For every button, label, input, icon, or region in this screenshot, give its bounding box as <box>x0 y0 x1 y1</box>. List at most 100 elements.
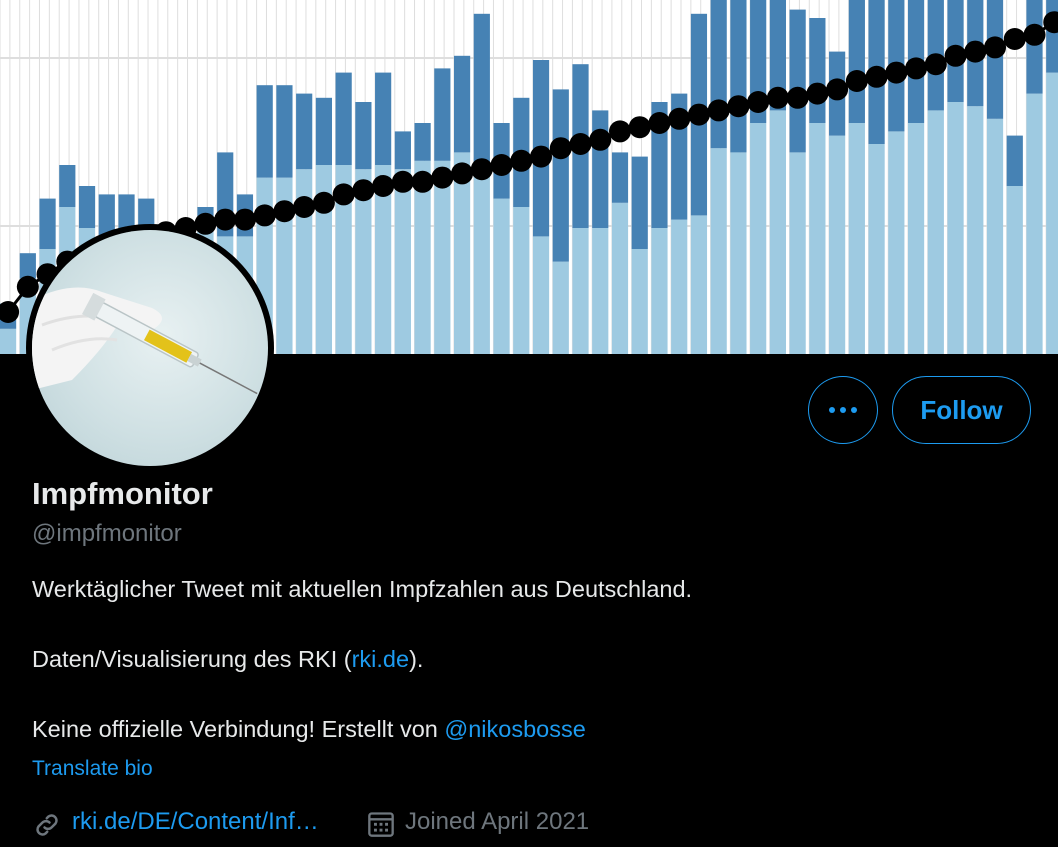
trend-point <box>589 128 612 151</box>
bar-segment-light <box>631 249 648 354</box>
bar-segment-dark <box>375 72 392 165</box>
follow-button[interactable]: Follow <box>892 376 1031 444</box>
bio-line: Werktäglicher Tweet mit aktuellen Impfza… <box>32 576 693 602</box>
bar-segment-light <box>513 207 530 354</box>
trend-point <box>1023 23 1046 46</box>
profile-avatar[interactable] <box>26 224 274 472</box>
bar-segment-light <box>651 228 668 354</box>
trend-point <box>253 204 276 227</box>
trend-point <box>905 57 928 80</box>
bar-segment-light <box>671 219 688 354</box>
trend-point <box>431 166 454 189</box>
website-link[interactable]: rki.de/DE/Content/Inf… <box>72 808 319 836</box>
bar-segment-dark <box>710 0 727 149</box>
trend-point <box>865 65 888 88</box>
bar-segment-light <box>789 152 806 354</box>
bar-segment-light <box>611 202 629 354</box>
trend-point <box>391 170 414 193</box>
translate-bio-link[interactable]: Translate bio <box>32 757 153 781</box>
trend-point <box>826 78 849 101</box>
bar-segment-dark <box>78 186 96 228</box>
bar-segment-dark <box>552 89 569 262</box>
trend-point <box>747 91 770 113</box>
bar-segment-dark <box>19 253 36 279</box>
bar-segment-dark <box>296 93 313 170</box>
bio-link-rki[interactable]: rki.de <box>352 646 409 672</box>
bar-segment-light <box>493 198 510 354</box>
trend-point <box>0 301 20 323</box>
bar-segment-light <box>532 236 550 354</box>
bar-segment-light <box>927 110 944 354</box>
trend-point <box>984 36 1007 59</box>
trend-point <box>549 137 572 160</box>
bar-segment-dark <box>1046 0 1058 73</box>
bar-segment-light <box>888 131 905 354</box>
bar-segment-dark <box>730 0 747 153</box>
trend-point <box>687 103 710 126</box>
bar-segment-dark <box>335 72 352 165</box>
bar-segment-light <box>907 123 925 354</box>
trend-point <box>944 44 967 67</box>
bar-segment-dark <box>631 156 648 249</box>
trend-point <box>766 86 789 109</box>
bar-segment-dark <box>39 198 56 249</box>
bar-segment-dark <box>611 152 629 203</box>
bar-segment-light <box>434 160 451 354</box>
trend-point <box>608 120 631 143</box>
bar-segment-light <box>769 110 786 354</box>
trend-point <box>332 183 355 206</box>
bar-segment-dark <box>986 0 1004 119</box>
bar-segment-light <box>848 123 865 354</box>
trend-point <box>628 116 651 139</box>
profile-name: Impfmonitor <box>32 476 213 511</box>
bar-segment-dark <box>434 68 451 161</box>
link-icon <box>36 814 58 836</box>
bio-mention[interactable]: @nikosbosse <box>444 716 585 742</box>
bar-segment-dark <box>256 85 273 178</box>
bar-segment-light <box>690 215 708 354</box>
bar-segment-dark <box>592 110 609 228</box>
trend-point <box>569 133 592 155</box>
syringe-image <box>32 287 258 395</box>
trend-point <box>885 61 908 84</box>
bar-segment-dark <box>414 123 431 161</box>
bar-segment-dark <box>809 18 826 123</box>
trend-point <box>214 208 237 231</box>
trend-point <box>924 53 947 76</box>
bar-segment-light <box>572 228 589 354</box>
bar-segment-light <box>829 135 846 354</box>
profile-handle: @impfmonitor <box>32 520 182 547</box>
more-horizontal-icon <box>829 407 857 413</box>
bar-segment-light <box>710 148 727 354</box>
bar-segment-dark <box>315 97 333 165</box>
bar-segment-light <box>592 228 609 354</box>
trend-point <box>806 82 829 105</box>
bar-segment-light <box>967 106 984 354</box>
trend-point <box>648 112 671 134</box>
bar-segment-dark <box>355 102 372 170</box>
trend-point <box>510 149 533 172</box>
trend-point <box>16 275 39 298</box>
bar-segment-light <box>730 152 747 354</box>
bar-segment-dark <box>473 13 490 165</box>
bar-segment-light <box>986 118 1004 354</box>
bar-segment-dark <box>453 55 471 153</box>
bar-segment-dark <box>848 0 865 124</box>
trend-point <box>372 175 395 197</box>
trend-point <box>411 170 434 193</box>
trend-point <box>964 40 987 63</box>
bar-segment-light <box>473 165 490 354</box>
bar-segment-dark <box>789 9 806 153</box>
trend-point <box>845 70 868 92</box>
trend-point <box>530 145 553 168</box>
bio-line: Daten/Visualisierung des RKI (rki.de). <box>32 646 423 673</box>
bar-segment-light <box>868 144 885 354</box>
more-button[interactable] <box>808 376 878 444</box>
bar-segment-light <box>1006 186 1023 354</box>
bio-text: ). <box>409 646 424 672</box>
trend-point <box>786 86 809 109</box>
avatar-image <box>32 230 268 466</box>
trend-point <box>668 107 691 130</box>
bar-segment-dark <box>1006 135 1023 186</box>
trend-point <box>1043 11 1058 34</box>
